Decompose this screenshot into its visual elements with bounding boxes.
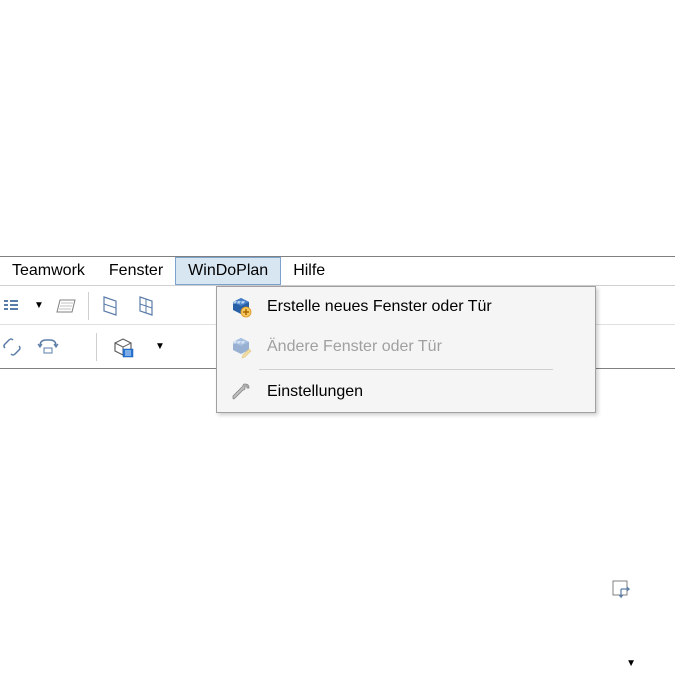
toolbar-separator <box>88 292 89 320</box>
app-workspace: Teamwork Fenster WinDoPlan Hilfe ▼ <box>0 0 675 675</box>
window-tool2-icon[interactable] <box>135 294 159 318</box>
arrow-tool-icon[interactable] <box>610 578 634 602</box>
menu-fenster[interactable]: Fenster <box>97 257 175 285</box>
dropdown-arrow-icon[interactable]: ▼ <box>155 341 165 352</box>
menu-separator <box>259 369 553 370</box>
wrench-icon <box>229 380 253 404</box>
menu-change-window-door: Ändere Fenster oder Tür <box>217 327 595 367</box>
window-tool-icon[interactable] <box>99 294 123 318</box>
box-properties-icon[interactable] <box>111 335 135 359</box>
menu-teamwork[interactable]: Teamwork <box>0 257 97 285</box>
dropdown-arrow-icon[interactable]: ▼ <box>34 300 44 311</box>
rotate-icon[interactable] <box>36 335 60 359</box>
windoplan-dropdown-menu: Erstelle neues Fenster oder Tür Ändere F… <box>216 286 596 413</box>
parallelogram-icon[interactable] <box>54 294 78 318</box>
dropdown-arrow-icon[interactable]: ▼ <box>626 658 636 669</box>
toolbar-separator <box>96 333 97 361</box>
window-edit-icon <box>229 335 253 359</box>
menu-item-label: Einstellungen <box>267 383 363 401</box>
link-icon[interactable] <box>0 335 24 359</box>
window-add-icon <box>229 295 253 319</box>
menu-create-window-door[interactable]: Erstelle neues Fenster oder Tür <box>217 287 595 327</box>
menu-hilfe[interactable]: Hilfe <box>281 257 337 285</box>
menu-item-label: Erstelle neues Fenster oder Tür <box>267 298 492 316</box>
menu-settings[interactable]: Einstellungen <box>217 372 595 412</box>
settings-icon[interactable] <box>0 294 24 318</box>
menubar: Teamwork Fenster WinDoPlan Hilfe <box>0 256 675 286</box>
menu-item-label: Ändere Fenster oder Tür <box>267 338 442 356</box>
menu-windoplan[interactable]: WinDoPlan <box>175 257 281 285</box>
